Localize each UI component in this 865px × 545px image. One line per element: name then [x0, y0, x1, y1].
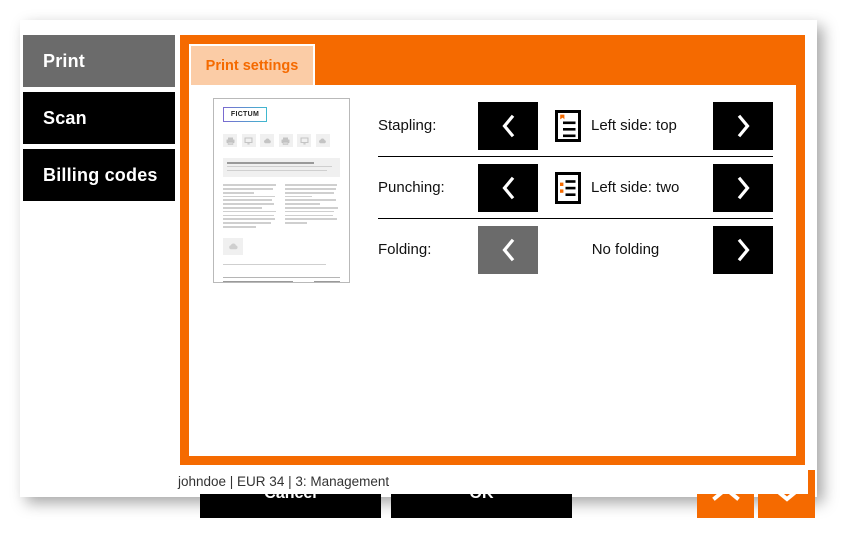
stapling-previous-button[interactable]: [478, 101, 538, 150]
document-column-right: [284, 184, 341, 229]
cloud-icon: [223, 237, 243, 255]
tab-strip: Print settings: [180, 35, 805, 85]
status-bar: johndoe | EUR 34 | 3: Management: [168, 468, 808, 494]
printer-icon: [223, 134, 237, 147]
device-window: Print Scan Billing codes Print settings …: [20, 20, 817, 518]
punching-two-left-icon: [555, 171, 581, 204]
stapling-top-left-icon: [555, 109, 581, 142]
document-footer: [223, 277, 340, 282]
print-settings-panel: Print settings FICTUM Stapling: Left sid…: [180, 35, 815, 518]
punching-value-group: Left side: two: [538, 171, 713, 204]
stapling-value-group: Left side: top: [538, 109, 713, 142]
folding-previous-button[interactable]: [478, 225, 538, 274]
document-caption: [223, 263, 340, 266]
sidebar-item-print[interactable]: Print: [23, 35, 175, 87]
tab-print-settings[interactable]: Print settings: [189, 44, 315, 85]
sidebar-item-label: Billing codes: [43, 164, 158, 185]
document-logo: FICTUM: [223, 107, 267, 122]
cloud-icon: [315, 134, 330, 147]
printer-icon: [278, 134, 293, 147]
punching-previous-button[interactable]: [478, 163, 538, 212]
settings-list: Stapling: Left side: top Punching: Left …: [378, 95, 773, 280]
sidebar: Print Scan Billing codes: [20, 20, 175, 497]
cloud-icon: [260, 134, 274, 147]
document-icon-row: [223, 134, 340, 147]
punching-next-button[interactable]: [713, 163, 773, 212]
monitor-icon: [241, 134, 256, 147]
sidebar-item-label: Print: [43, 50, 86, 71]
document-column-left: [223, 184, 279, 229]
chevron-right-icon: [737, 114, 750, 137]
status-bar-text: johndoe | EUR 34 | 3: Management: [178, 473, 390, 489]
folding-value-group: No folding: [538, 241, 713, 258]
chevron-left-icon: [501, 176, 514, 199]
chevron-left-icon: [501, 114, 514, 137]
chevron-right-icon: [737, 176, 750, 199]
setting-row-folding: Folding: No folding: [378, 219, 773, 280]
folding-next-button[interactable]: [713, 225, 773, 274]
document-columns: [223, 184, 340, 229]
setting-value-punching: Left side: two: [591, 179, 680, 196]
setting-value-folding: No folding: [591, 241, 660, 258]
chevron-left-icon: [501, 238, 514, 261]
stapling-next-button[interactable]: [713, 101, 773, 150]
tab-label: Print settings: [205, 57, 299, 74]
document-preview[interactable]: FICTUM: [213, 98, 350, 283]
sidebar-item-scan[interactable]: Scan: [23, 92, 175, 144]
document-banner: [223, 158, 340, 178]
chevron-right-icon: [737, 238, 750, 261]
setting-value-stapling: Left side: top: [591, 117, 677, 134]
setting-row-punching: Punching: Left side: two: [378, 157, 773, 219]
setting-row-stapling: Stapling: Left side: top: [378, 95, 773, 157]
sidebar-item-label: Scan: [43, 107, 87, 128]
sidebar-item-billing-codes[interactable]: Billing codes: [23, 149, 175, 201]
setting-label-punching: Punching:: [378, 179, 445, 196]
content-panel: FICTUM Stapling: Left side: top Punching…: [189, 85, 815, 518]
monitor-icon: [297, 134, 311, 147]
setting-label-folding: Folding:: [378, 241, 432, 258]
setting-label-stapling: Stapling:: [378, 117, 437, 134]
